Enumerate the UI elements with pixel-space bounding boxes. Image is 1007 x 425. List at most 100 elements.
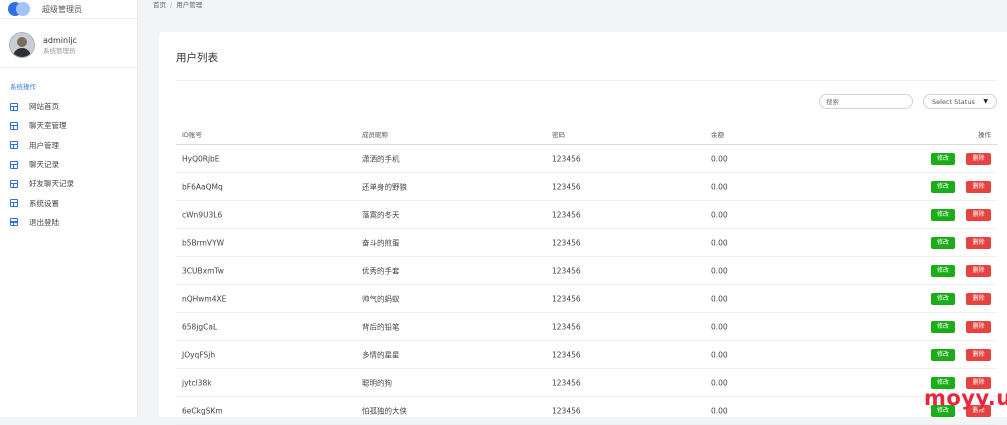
cell-balance: 0.00 — [711, 182, 728, 191]
status-select[interactable]: Select Status ▼ — [923, 94, 997, 109]
edit-button[interactable]: 修改 — [931, 152, 955, 165]
cell-id: 6eCkgSKm — [182, 406, 223, 415]
breadcrumb: 首页 / 用户管理 — [153, 0, 202, 9]
sidebar-item-label: 好友聊天记录 — [29, 179, 74, 189]
search-input[interactable] — [819, 94, 913, 109]
cell-balance: 0.00 — [711, 378, 728, 387]
cell-password: 123456 — [552, 210, 581, 219]
layout-icon — [10, 121, 18, 130]
sidebar-item-label: 聊天记录 — [29, 160, 59, 170]
delete-button[interactable]: 删除 — [966, 152, 991, 165]
cell-name: 潇洒的手机 — [362, 154, 400, 163]
column-header-name: 成员昵称 — [362, 131, 388, 139]
sidebar-item-chat-records[interactable]: 聊天记录 — [10, 155, 74, 174]
cell-balance: 0.00 — [711, 294, 728, 303]
cell-name: 还单身的野狼 — [362, 182, 407, 191]
table-row: cWn9U3L6 落寞的冬天 123456 0.00 修改 删除 — [176, 201, 997, 229]
user-profile[interactable]: adminljc 系统管理员 — [9, 32, 77, 58]
cell-password: 123456 — [552, 322, 581, 331]
profile-role: 系统管理员 — [43, 46, 76, 55]
profile-name: adminljc — [43, 35, 77, 45]
column-header-actions: 操作 — [978, 131, 991, 139]
cell-name: 怕孤独的大侠 — [362, 406, 407, 415]
status-select-value: Select Status — [932, 97, 975, 106]
edit-button[interactable]: 修改 — [931, 208, 955, 221]
layout-icon — [10, 160, 18, 169]
cell-id: nQHwm4XE — [182, 294, 227, 303]
sidebar-item-chatroom[interactable]: 聊天室管理 — [10, 116, 74, 135]
table-row: jytcl38k 聪明的狗 123456 0.00 修改 删除 — [176, 369, 997, 397]
sidebar-item-label: 系统设置 — [29, 198, 59, 208]
table-row: 658jgCaL 背后的铅笔 123456 0.00 修改 删除 — [176, 313, 997, 341]
caret-down-icon: ▼ — [983, 98, 988, 105]
table-row: b5BrmVYW 奋斗的煎蛋 123456 0.00 修改 删除 — [176, 229, 997, 257]
sidebar-item-home[interactable]: 网站首页 — [10, 97, 74, 116]
column-header-password: 密码 — [552, 131, 565, 139]
edit-button[interactable]: 修改 — [931, 348, 955, 361]
delete-button[interactable]: 删除 — [966, 208, 991, 221]
breadcrumb-current: 用户管理 — [176, 1, 203, 9]
table-row: 6eCkgSKm 怕孤独的大侠 123456 0.00 修改 删除 — [176, 397, 997, 425]
column-header-id: ID账号 — [182, 131, 202, 139]
table-row: bF6AaQMq 还单身的野狼 123456 0.00 修改 删除 — [176, 173, 997, 201]
breadcrumb-home[interactable]: 首页 — [153, 1, 166, 9]
edit-button[interactable]: 修改 — [931, 320, 955, 333]
cell-balance: 0.00 — [711, 266, 728, 275]
brand: 超级管理员 — [8, 0, 82, 18]
sidebar: 超级管理员 adminljc 系统管理员 系统操作 网站首页 聊天室管理 用户管… — [0, 0, 138, 417]
delete-button[interactable]: 删除 — [966, 292, 991, 305]
logo-icon — [8, 2, 36, 16]
watermark: moyy.us — [924, 386, 1007, 410]
divider — [0, 18, 137, 19]
sidebar-item-label: 退出登陆 — [29, 217, 59, 227]
brand-title: 超级管理员 — [42, 4, 82, 14]
delete-button[interactable]: 删除 — [966, 348, 991, 361]
cell-id: bF6AaQMq — [182, 182, 223, 191]
cell-name: 多情的星星 — [362, 350, 400, 359]
delete-button[interactable]: 删除 — [966, 264, 991, 277]
cell-password: 123456 — [552, 266, 581, 275]
table-header: ID账号 成员昵称 密码 余额 操作 — [176, 124, 997, 145]
cell-name: 帅气的蚂蚁 — [362, 294, 400, 303]
sidebar-item-logout[interactable]: 退出登陆 — [10, 213, 74, 232]
edit-button[interactable]: 修改 — [931, 236, 955, 249]
cell-name: 聪明的狗 — [362, 378, 392, 387]
cell-password: 123456 — [552, 182, 581, 191]
edit-button[interactable]: 修改 — [931, 292, 955, 305]
table-body: HyQ0RjbE 潇洒的手机 123456 0.00 修改 删除 bF6AaQMq 还单身的野… — [176, 145, 997, 425]
cell-password: 123456 — [552, 406, 581, 415]
cell-id: cWn9U3L6 — [182, 210, 223, 219]
edit-button[interactable]: 修改 — [931, 264, 955, 277]
cell-name: 奋斗的煎蛋 — [362, 238, 400, 247]
cell-name: 优秀的手套 — [362, 266, 400, 275]
sidebar-item-friend-chat[interactable]: 好友聊天记录 — [10, 174, 74, 193]
delete-button[interactable]: 删除 — [966, 236, 991, 249]
breadcrumb-separator: / — [170, 1, 173, 9]
avatar — [9, 32, 35, 58]
column-header-balance: 余额 — [711, 131, 724, 139]
table-row: nQHwm4XE 帅气的蚂蚁 123456 0.00 修改 删除 — [176, 285, 997, 313]
cell-balance: 0.00 — [711, 238, 728, 247]
sidebar-item-label: 聊天室管理 — [29, 121, 67, 131]
edit-button[interactable]: 修改 — [931, 180, 955, 193]
layout-icon — [10, 218, 18, 227]
cell-id: b5BrmVYW — [182, 238, 225, 247]
cell-id: jytcl38k — [182, 378, 212, 387]
divider — [176, 80, 997, 81]
table-row: JOyqFSjh 多情的星星 123456 0.00 修改 删除 — [176, 341, 997, 369]
delete-button[interactable]: 删除 — [966, 180, 991, 193]
sidebar-section-label: 系统操作 — [10, 83, 36, 91]
table-row: HyQ0RjbE 潇洒的手机 123456 0.00 修改 删除 — [176, 145, 997, 173]
sidebar-item-users[interactable]: 用户管理 — [10, 136, 74, 155]
page-title: 用户列表 — [176, 52, 218, 64]
sidebar-item-settings[interactable]: 系统设置 — [10, 193, 74, 212]
cell-password: 123456 — [552, 294, 581, 303]
cell-id: HyQ0RjbE — [182, 154, 220, 163]
cell-password: 123456 — [552, 238, 581, 247]
cell-name: 背后的铅笔 — [362, 322, 400, 331]
table-row: 3CUBxmTw 优秀的手套 123456 0.00 修改 删除 — [176, 257, 997, 285]
cell-id: JOyqFSjh — [182, 350, 216, 359]
delete-button[interactable]: 删除 — [966, 320, 991, 333]
cell-id: 658jgCaL — [182, 322, 218, 331]
layout-icon — [10, 141, 18, 150]
